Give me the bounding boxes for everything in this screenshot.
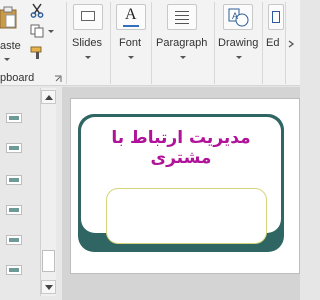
slides-icon [73, 4, 103, 30]
content-textbox[interactable] [106, 188, 267, 244]
copy-icon[interactable] [30, 24, 44, 38]
font-label: Font [119, 37, 142, 49]
font-icon: A [116, 4, 146, 30]
clipboard-group-label: pboard [0, 72, 35, 84]
ribbon-separator [66, 2, 67, 84]
editing-icon [268, 4, 284, 30]
paragraph-label: Paragraph [156, 37, 208, 49]
slide-thumbnail[interactable] [6, 143, 22, 153]
clipboard-group: aste pboard [0, 0, 64, 86]
slide-thumbnail[interactable] [6, 265, 22, 275]
editing-label: Ed [266, 37, 280, 49]
cut-icon[interactable] [30, 2, 44, 18]
slides-label: Slides [72, 37, 102, 49]
ribbon-separator [214, 2, 215, 84]
scrollbar-thumb[interactable] [42, 250, 55, 272]
ribbon-separator [110, 2, 111, 84]
slide-thumbnail[interactable] [6, 113, 22, 123]
paragraph-dropdown-arrow [180, 56, 186, 59]
ribbon: aste pboard Slides A Font Paragraph A Dr… [0, 0, 300, 86]
copy-dropdown-arrow[interactable] [48, 30, 54, 33]
drawing-label: Drawing [218, 37, 259, 49]
format-painter-icon[interactable] [30, 46, 46, 60]
font-button[interactable]: A Font [113, 0, 149, 86]
drawing-button[interactable]: A Drawing [216, 0, 262, 86]
dialog-launcher-icon[interactable] [54, 75, 62, 83]
font-dropdown-arrow [128, 56, 134, 59]
collapse-ribbon-icon[interactable] [287, 40, 297, 48]
drawing-dropdown-arrow [236, 56, 242, 59]
ribbon-separator [262, 2, 263, 84]
scroll-up-button[interactable] [41, 90, 56, 104]
slide-title[interactable]: مدیریت ارتباط با مشتری [83, 128, 279, 168]
paste-dropdown-arrow[interactable] [4, 58, 10, 61]
svg-text:A: A [232, 11, 238, 21]
slide-thumbnail[interactable] [6, 175, 22, 185]
slides-button[interactable]: Slides [68, 0, 108, 86]
scroll-down-button[interactable] [41, 280, 56, 294]
thumbnail-scrollbar[interactable] [40, 88, 56, 296]
paragraph-icon [167, 4, 197, 30]
slides-dropdown-arrow [85, 56, 91, 59]
paste-label[interactable]: aste [0, 40, 21, 52]
slide-thumbnail[interactable] [6, 235, 22, 245]
slide-thumbnail[interactable] [6, 205, 22, 215]
paragraph-button[interactable]: Paragraph [153, 0, 213, 86]
paste-icon[interactable] [0, 6, 18, 30]
ribbon-separator [285, 2, 286, 84]
ribbon-separator [151, 2, 152, 84]
drawing-icon: A [223, 4, 253, 30]
editing-button[interactable]: Ed [264, 0, 286, 86]
